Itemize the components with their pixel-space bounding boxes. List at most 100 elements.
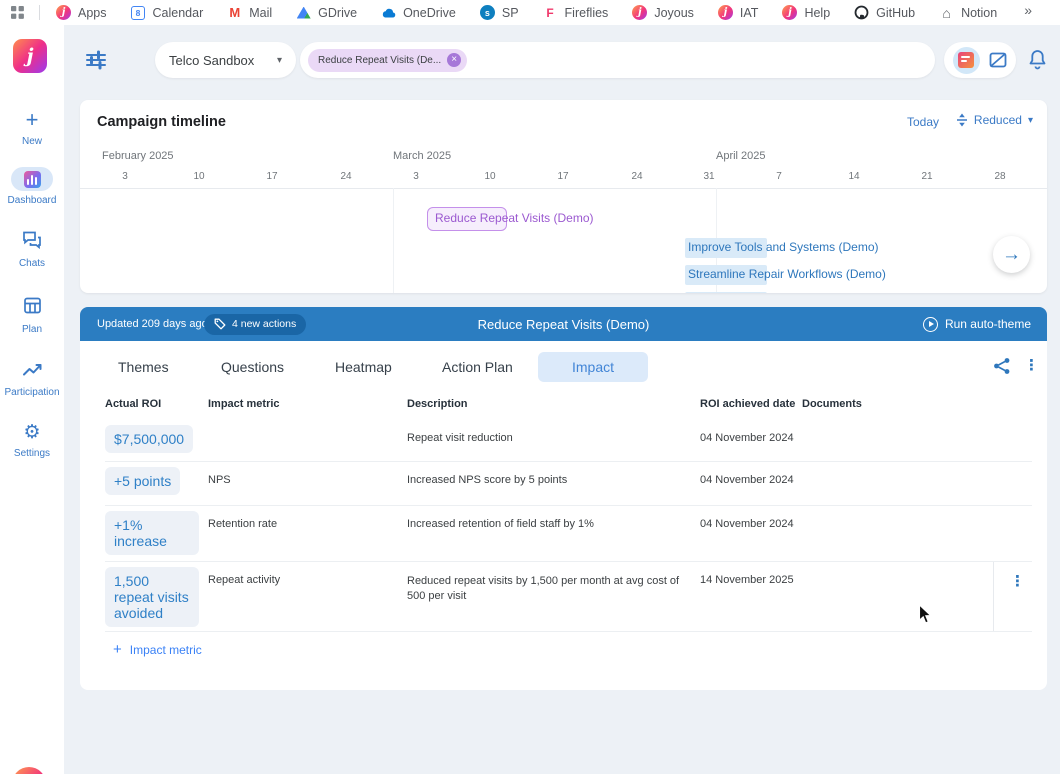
apps-grid-icon[interactable] xyxy=(10,5,25,20)
timeline-axis-line xyxy=(80,188,1047,189)
day-tick: 14 xyxy=(848,171,859,182)
density-label: Reduced xyxy=(974,113,1022,127)
bookmark-github[interactable]: GitHub xyxy=(854,5,915,20)
table-row[interactable]: $7,500,000 Repeat visit reduction 04 Nov… xyxy=(105,420,1032,462)
sidebar-item-label: New xyxy=(0,136,64,147)
roi-value-pill[interactable]: +1% increase xyxy=(105,511,199,555)
sidebar-item-label: Plan xyxy=(0,324,64,335)
filter-chip[interactable]: Reduce Repeat Visits (De... × xyxy=(308,49,467,72)
sidebar-item-label: Settings xyxy=(0,448,64,459)
more-options-icon[interactable]: ⋮ xyxy=(1024,357,1039,375)
add-impact-metric-button[interactable]: + Impact metric xyxy=(113,643,202,657)
month-gridline xyxy=(393,188,394,293)
actions-column-divider xyxy=(993,562,994,631)
main-area: Telco Sandbox ▾ Reduce Repeat Visits (De… xyxy=(64,25,1060,774)
bookmark-help[interactable]: j Help xyxy=(782,5,830,20)
tab-heatmap[interactable]: Heatmap xyxy=(335,352,392,382)
day-tick: 3 xyxy=(413,171,419,182)
sidebar-item-settings[interactable]: ⚙ Settings xyxy=(0,422,64,459)
run-auto-theme-label: Run auto-theme xyxy=(945,317,1031,331)
column-header-roi-achieved-date: ROI achieved date xyxy=(700,398,795,410)
impact-metric-cell: Repeat activity xyxy=(208,574,280,586)
bookmark-iat[interactable]: j IAT xyxy=(718,5,759,20)
row-more-options-icon[interactable]: ⋮ xyxy=(1010,573,1025,591)
bookmark-gdrive[interactable]: GDrive xyxy=(296,5,357,20)
bookmark-label: GitHub xyxy=(876,6,915,20)
tab-impact[interactable]: Impact xyxy=(538,352,648,382)
bookmark-sp[interactable]: s SP xyxy=(480,5,519,20)
no-card-view-icon[interactable] xyxy=(988,50,1008,70)
day-tick: 24 xyxy=(340,171,351,182)
share-icon[interactable] xyxy=(993,357,1011,375)
sidebar-item-label: Dashboard xyxy=(0,195,64,206)
search-input[interactable]: Reduce Repeat Visits (De... × xyxy=(300,42,935,78)
timeline-bar-accelerate-copper[interactable] xyxy=(685,292,767,293)
joyous-avatar[interactable]: j xyxy=(12,767,46,774)
bookmark-label: Joyous xyxy=(654,6,694,20)
bookmark-calendar[interactable]: 8 Calendar xyxy=(131,5,204,20)
bookmark-fireflies[interactable]: F Fireflies xyxy=(543,5,609,20)
planner-grid-icon xyxy=(23,294,42,316)
chip-close-icon[interactable]: × xyxy=(447,53,461,67)
day-tick: 7 xyxy=(776,171,782,182)
day-tick: 10 xyxy=(193,171,204,182)
day-tick: 28 xyxy=(994,171,1005,182)
table-row[interactable]: +1% increase Retention rate Increased re… xyxy=(105,506,1032,562)
google-calendar-icon: 8 xyxy=(131,5,146,20)
home-icon: ⌂ xyxy=(939,5,954,20)
tab-action-plan[interactable]: Action Plan xyxy=(442,352,513,382)
sidebar-item-new[interactable]: + New xyxy=(0,109,64,147)
bookmark-mail[interactable]: M Mail xyxy=(227,5,272,20)
sidebar-item-dashboard[interactable]: Dashboard xyxy=(0,167,64,206)
timeline-title: Campaign timeline xyxy=(97,114,226,130)
bookmark-onedrive[interactable]: OneDrive xyxy=(381,5,456,20)
bookmark-label: IAT xyxy=(740,6,759,20)
roi-date-cell: 04 November 2024 xyxy=(700,432,794,444)
workspace-selector[interactable]: Telco Sandbox ▾ xyxy=(155,42,296,78)
sidebar-item-participation[interactable]: Participation xyxy=(0,359,64,398)
timeline-item-label[interactable]: Improve Tools and Systems (Demo) xyxy=(688,240,879,254)
sharepoint-icon: s xyxy=(480,5,495,20)
column-header-actual-roi: Actual ROI xyxy=(105,398,161,410)
gmail-icon: M xyxy=(227,5,242,20)
roi-value-pill[interactable]: 1,500 repeat visits avoided xyxy=(105,567,199,627)
table-row[interactable]: 1,500 repeat visits avoided Repeat activ… xyxy=(105,562,1032,632)
month-label: April 2025 xyxy=(716,150,766,162)
onedrive-cloud-icon xyxy=(381,5,396,20)
joyous-icon: j xyxy=(56,5,71,20)
table-row[interactable]: +5 points NPS Increased NPS score by 5 p… xyxy=(105,462,1032,506)
day-tick: 31 xyxy=(703,171,714,182)
day-tick: 21 xyxy=(921,171,932,182)
campaign-content-card: Themes Questions Heatmap Action Plan Imp… xyxy=(80,341,1047,690)
bookmark-apps[interactable]: j Apps xyxy=(56,5,107,20)
sidebar-item-plan[interactable]: Plan xyxy=(0,294,64,335)
plus-icon: + xyxy=(26,109,39,131)
run-auto-theme-button[interactable]: Run auto-theme xyxy=(923,317,1031,332)
notifications-bell-icon[interactable] xyxy=(1027,48,1049,72)
joyous-logo[interactable]: j xyxy=(13,39,47,73)
campaign-header-bar: Updated 209 days ago 4 new actions Reduc… xyxy=(80,307,1047,341)
roi-date-cell: 14 November 2025 xyxy=(700,574,794,586)
tab-questions[interactable]: Questions xyxy=(221,352,284,382)
timeline-item-label[interactable]: Reduce Repeat Visits (Demo) xyxy=(435,211,594,225)
campaign-title: Reduce Repeat Visits (Demo) xyxy=(80,317,1047,332)
sidebar-item-chats[interactable]: Chats xyxy=(0,228,64,269)
tab-themes[interactable]: Themes xyxy=(118,352,169,382)
bookmark-label: Mail xyxy=(249,6,272,20)
description-cell: Repeat visit reduction xyxy=(407,432,692,444)
roi-value-pill[interactable]: $7,500,000 xyxy=(105,425,193,453)
today-button[interactable]: Today xyxy=(907,115,939,129)
github-icon xyxy=(854,5,869,20)
bookmarks-overflow-chevron[interactable]: » xyxy=(1024,2,1032,18)
filter-sliders-icon[interactable] xyxy=(85,49,107,71)
card-view-icon[interactable] xyxy=(953,47,980,74)
gear-icon: ⚙ xyxy=(23,422,40,444)
column-header-description: Description xyxy=(407,398,468,410)
roi-value-pill[interactable]: +5 points xyxy=(105,467,180,495)
filter-chip-label: Reduce Repeat Visits (De... xyxy=(318,55,441,66)
timeline-scroll-right-button[interactable]: → xyxy=(993,236,1030,273)
bookmark-joyous[interactable]: j Joyous xyxy=(632,5,694,20)
bookmark-notion[interactable]: ⌂ Notion xyxy=(939,5,997,20)
timeline-item-label[interactable]: Streamline Repair Workflows (Demo) xyxy=(688,267,886,281)
density-dropdown[interactable]: Reduced ▾ xyxy=(956,113,1033,127)
